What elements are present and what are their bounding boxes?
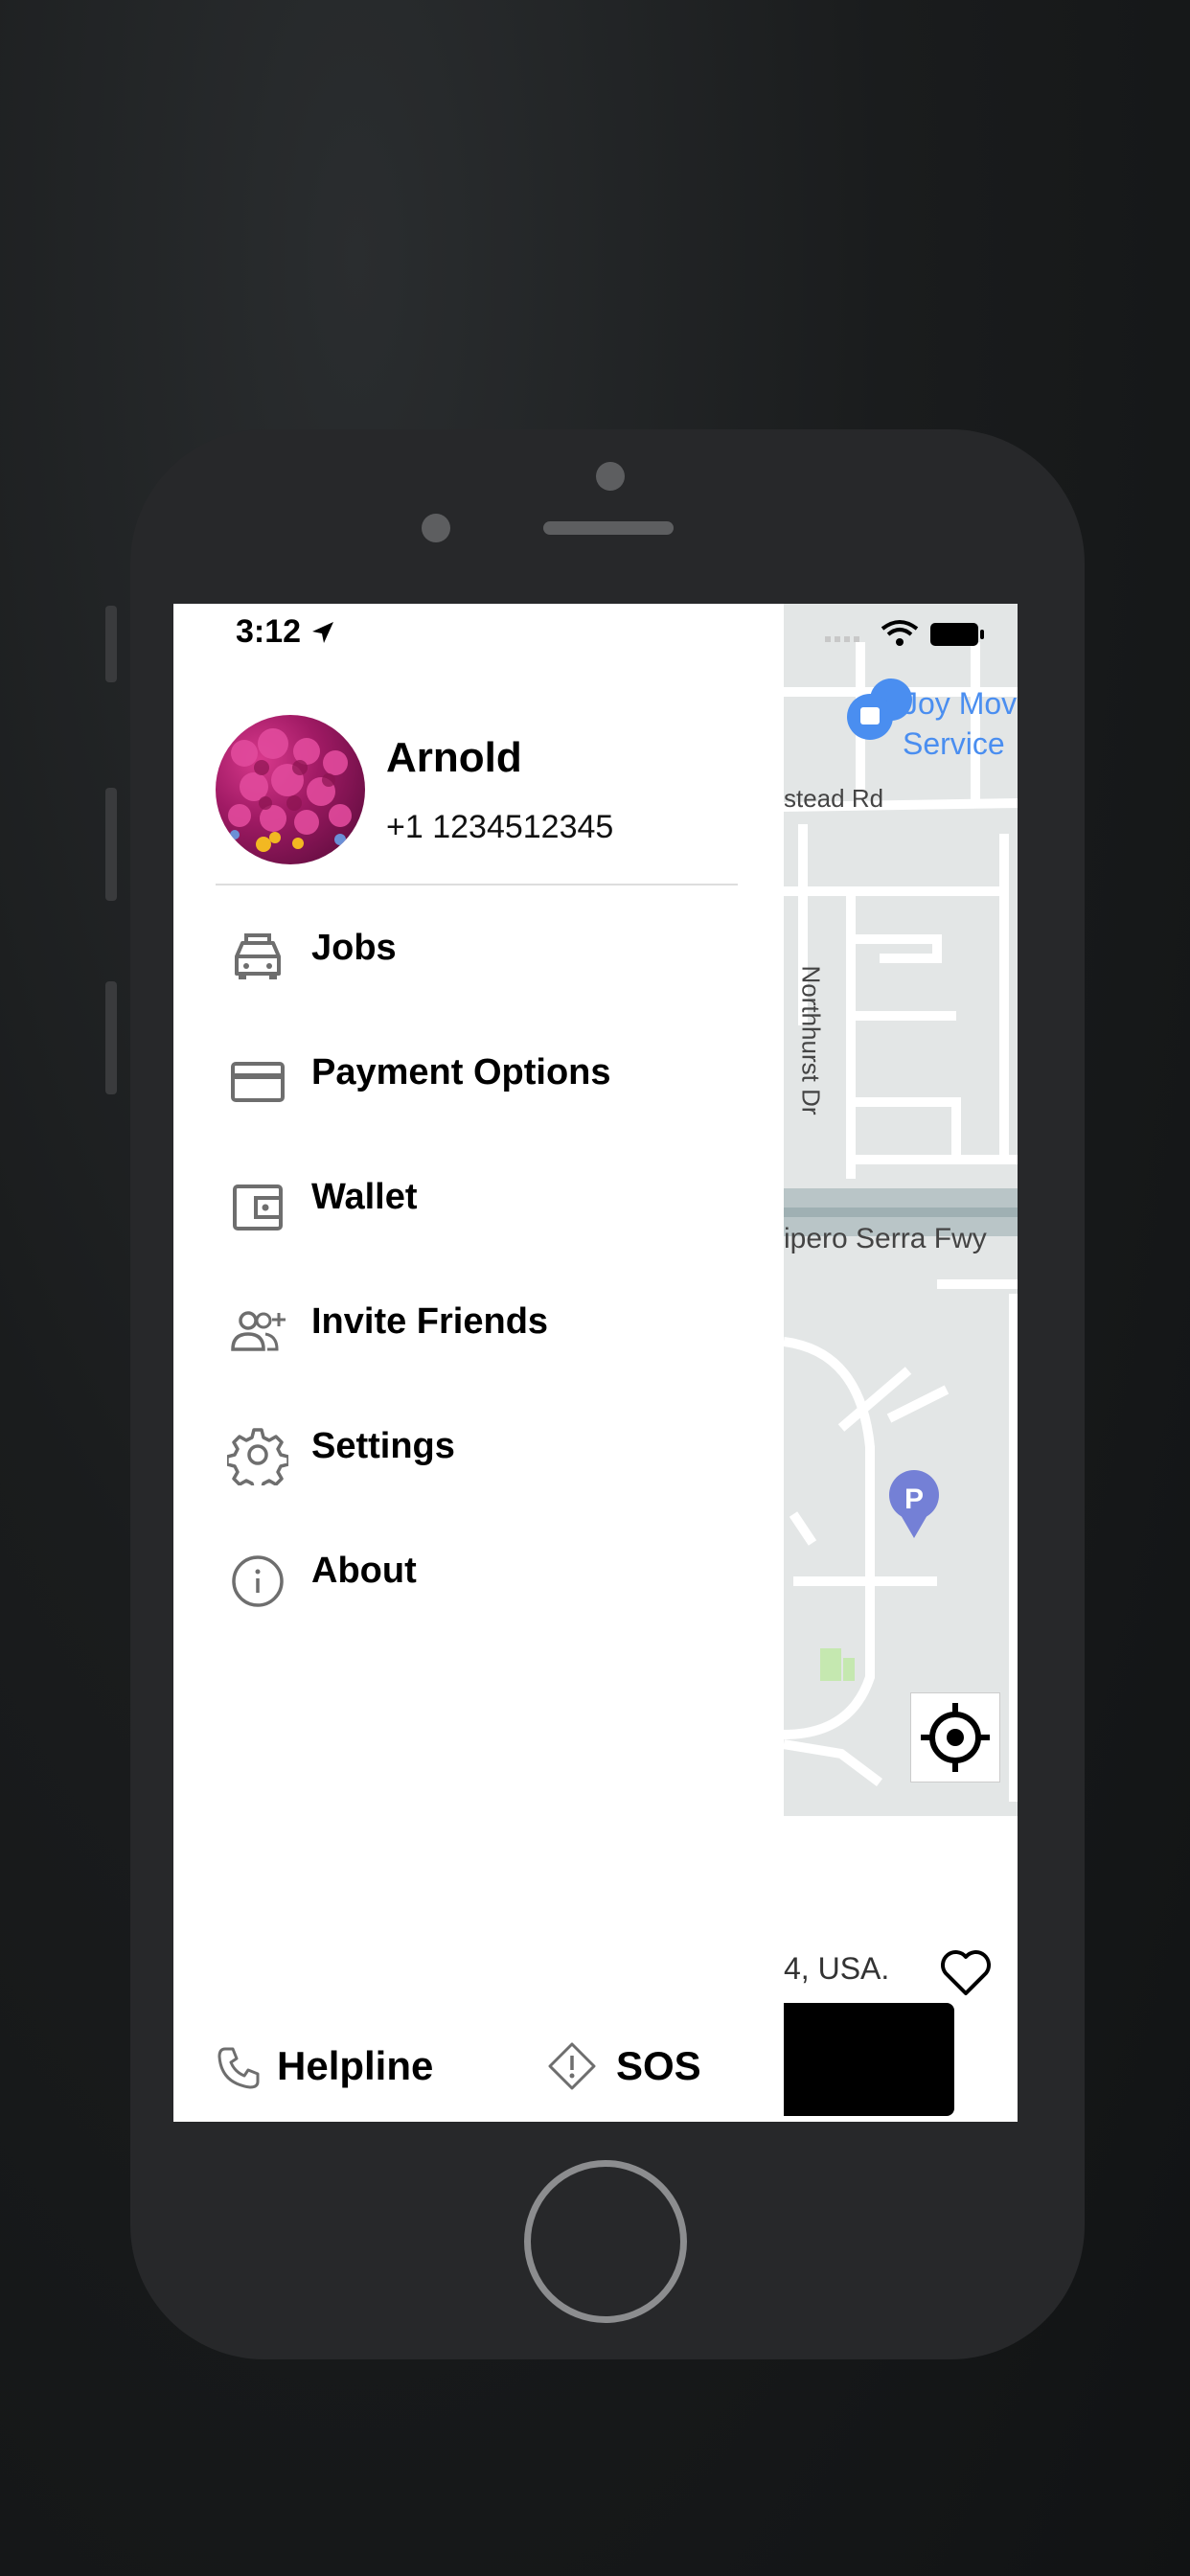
warning-diamond-icon xyxy=(548,2042,596,2090)
phone-sensor xyxy=(596,462,625,491)
svg-text:P: P xyxy=(904,1484,924,1515)
map-freeway-label: ipero Serra Fwy xyxy=(784,1223,987,1254)
divider xyxy=(216,884,738,886)
battery-icon xyxy=(930,623,984,646)
address-text: 4, USA. xyxy=(784,1951,890,1986)
screen: P Joy Mov Service stead Rd Northhurst Dr… xyxy=(173,604,1018,2122)
signal-icon xyxy=(825,636,859,642)
map-place-label: Joy Mov xyxy=(903,686,1018,721)
phone-camera xyxy=(422,514,450,542)
map-road-label: stead Rd xyxy=(784,784,884,813)
menu-item-label: Payment Options xyxy=(311,1052,611,1092)
helpline-label: Helpline xyxy=(277,2043,434,2088)
phone-icon xyxy=(217,2047,260,2089)
sos-label: SOS xyxy=(616,2043,701,2088)
my-location-button[interactable] xyxy=(910,1692,1000,1782)
map-view[interactable]: P Joy Mov Service stead Rd Northhurst Dr… xyxy=(784,604,1018,1816)
user-phone: +1 1234512345 xyxy=(386,809,614,845)
credit-card-icon xyxy=(231,1062,285,1102)
sos-button[interactable]: SOS xyxy=(547,2032,739,2108)
wifi-icon xyxy=(881,620,919,636)
phone-side-button-1 xyxy=(105,606,117,682)
location-arrow-icon xyxy=(311,622,333,643)
phone-speaker xyxy=(543,521,674,535)
helpline-button[interactable]: Helpline xyxy=(216,2032,436,2108)
menu-item-wallet[interactable]: Wallet xyxy=(173,1152,784,1257)
menu-item-invite-friends[interactable]: Invite Friends xyxy=(173,1276,784,1382)
phone-side-button-3 xyxy=(105,981,117,1094)
menu-item-label: Jobs xyxy=(311,928,397,968)
car-icon xyxy=(235,933,281,979)
menu-item-jobs[interactable]: Jobs xyxy=(173,903,784,1008)
user-name: Arnold xyxy=(386,734,522,781)
status-time: 3:12 xyxy=(236,613,335,651)
crosshair-icon xyxy=(921,1703,990,1772)
wallet-icon xyxy=(233,1184,283,1230)
menu-item-payment-options[interactable]: Payment Options xyxy=(173,1027,784,1133)
home-button[interactable] xyxy=(524,2160,687,2323)
menu-item-settings[interactable]: Settings xyxy=(173,1401,784,1506)
navigation-drawer: 3:12 Arnold +1 1234512345 Jobs Payment O… xyxy=(173,604,784,2122)
menu-item-about[interactable]: About xyxy=(173,1526,784,1631)
primary-action-button[interactable] xyxy=(784,2003,954,2116)
menu-item-label: Settings xyxy=(311,1426,455,1466)
avatar[interactable] xyxy=(216,715,365,864)
heart-icon xyxy=(941,1950,991,1995)
info-icon xyxy=(232,1555,284,1607)
map-road-label-vertical: Northhurst Dr xyxy=(796,965,826,1116)
add-user-icon xyxy=(231,1311,286,1351)
map-place-label-2: Service xyxy=(903,726,1005,761)
status-icons xyxy=(825,617,1017,656)
menu-item-label: Wallet xyxy=(311,1177,418,1217)
menu-item-label: Invite Friends xyxy=(311,1301,549,1342)
favorite-button[interactable] xyxy=(940,1949,992,2002)
gear-icon xyxy=(227,1428,288,1485)
menu-item-label: About xyxy=(311,1551,417,1591)
phone-side-button-2 xyxy=(105,788,117,901)
